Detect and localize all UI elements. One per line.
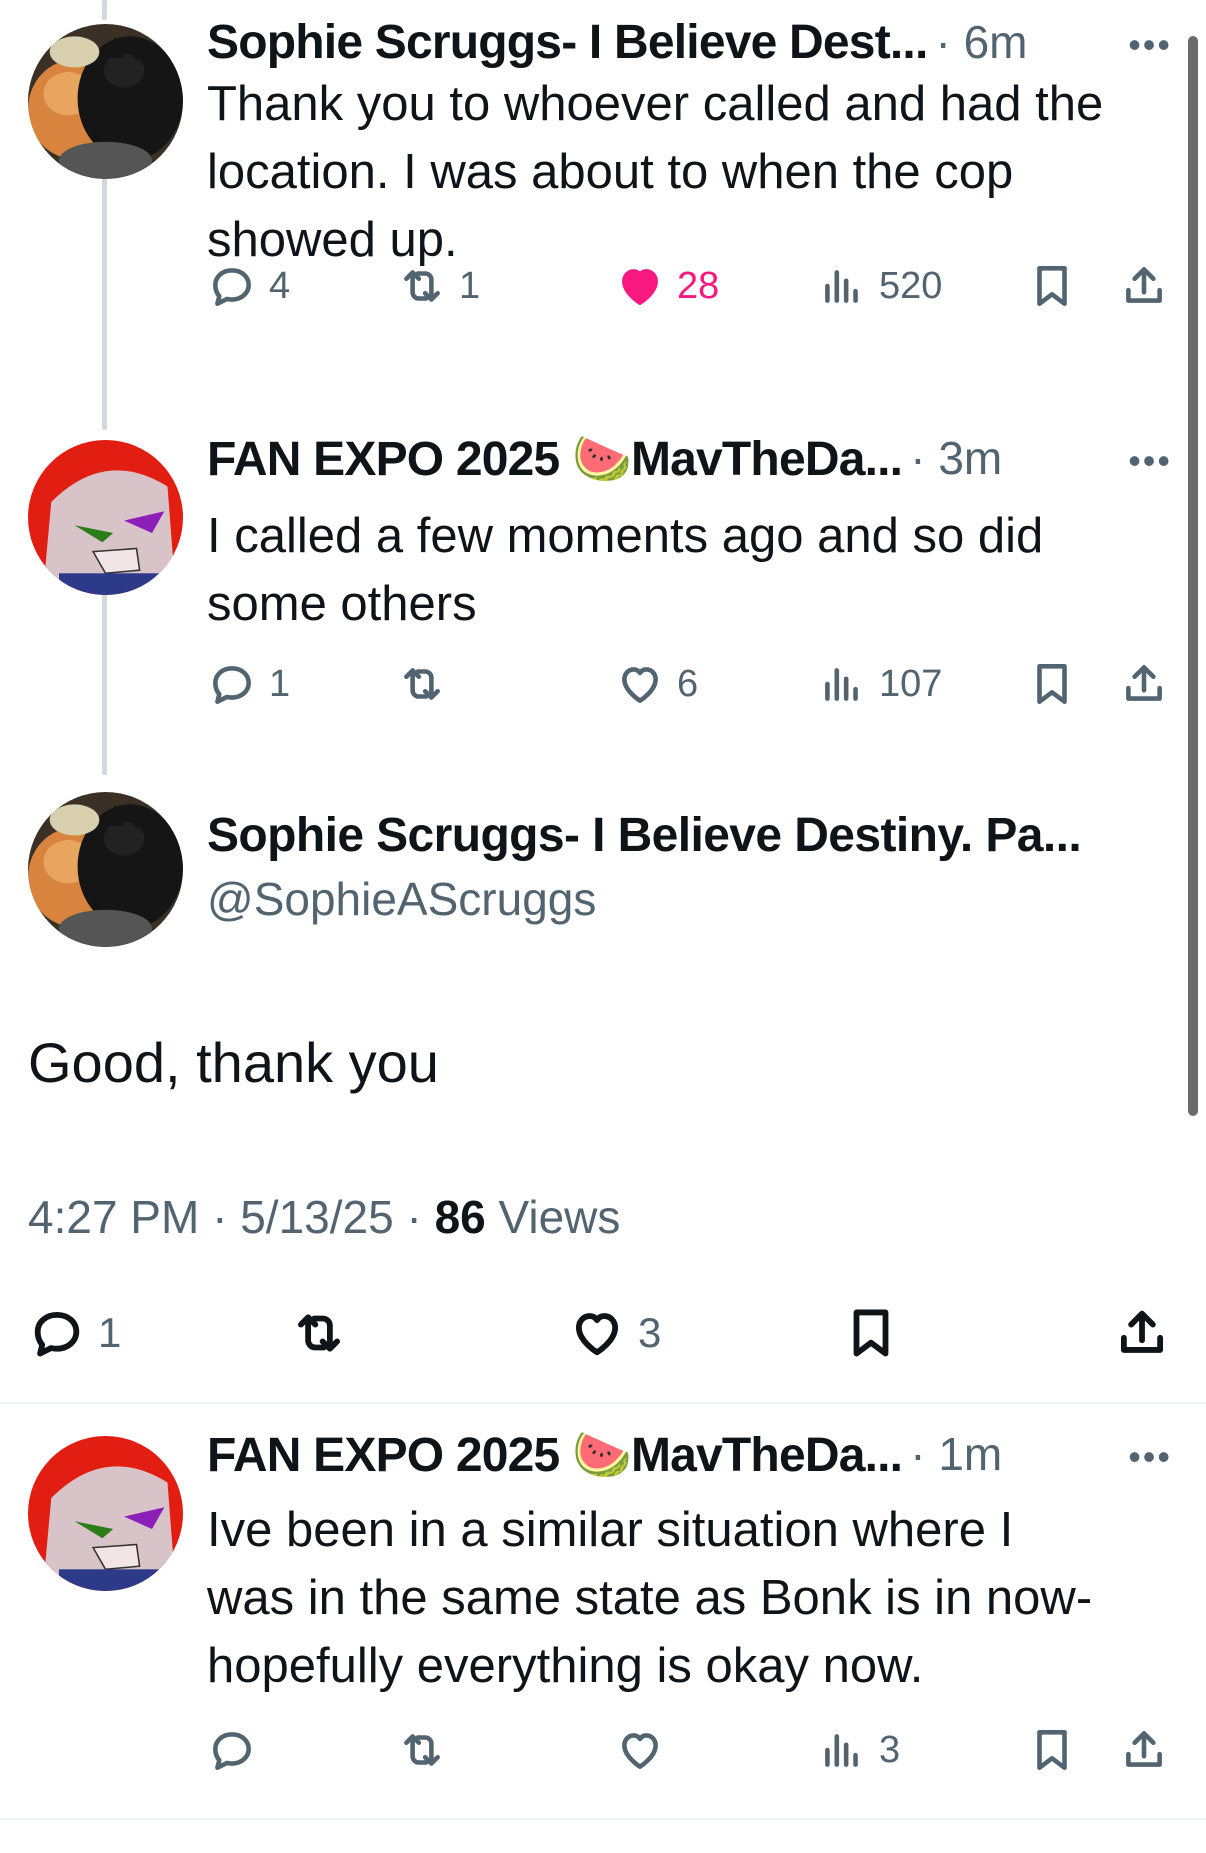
like-button[interactable]: 28 [615,256,719,316]
reply-icon [207,659,257,709]
bookmark-button[interactable] [842,1298,900,1368]
post-time[interactable]: 4:27 PM [28,1191,199,1243]
avatar-cats[interactable] [28,792,183,947]
views-icon [817,261,867,311]
like-button[interactable]: 6 [615,654,698,714]
thread-line [102,160,107,430]
repost-count: 1 [459,264,481,307]
post-header: Sophie Scruggs- I Believe Dest... · 6m [207,12,1027,72]
like-button[interactable]: 3 [568,1298,661,1368]
bookmark-icon [1027,261,1077,311]
reply-icon [207,261,257,311]
views-button[interactable]: 520 [817,256,942,316]
bookmark-icon [1027,659,1077,709]
more-icon[interactable]: ••• [1128,1436,1172,1478]
more-icon[interactable]: ••• [1128,24,1172,66]
post-header: FAN EXPO 2025 🍉MavTheDa... · 1m [207,1424,1002,1484]
views-count: 86 [434,1191,486,1243]
display-name[interactable]: FAN EXPO 2025 🍉MavTheDa... [207,1426,903,1483]
reply-icon [207,1725,257,1775]
views-button[interactable]: 107 [817,654,942,714]
main-display-name[interactable]: Sophie Scruggs- I Believe Destiny. Pa... [207,808,1082,863]
display-name[interactable]: FAN EXPO 2025 🍉MavTheDa... [207,430,903,487]
post-actions: 1 6 107 [207,654,1177,714]
post-time[interactable]: · 6m [935,15,1027,69]
main-post-actions: 1 3 [28,1298,1178,1368]
share-icon [1119,1725,1169,1775]
views-button[interactable]: 3 [817,1720,900,1780]
scrollbar[interactable] [1188,36,1198,1116]
bookmark-icon [842,1304,900,1362]
repost-button[interactable] [397,654,459,714]
reply-button[interactable]: 1 [28,1298,121,1368]
repost-icon [397,261,447,311]
views-count: 3 [879,1728,901,1771]
avatar-character[interactable] [28,440,183,595]
post-actions: 3 [207,1720,1177,1780]
reply-icon [28,1304,86,1362]
like-count: 28 [677,264,720,307]
bookmark-icon [1027,1725,1077,1775]
views-label: Views [498,1191,621,1243]
display-name[interactable]: Sophie Scruggs- I Believe Dest... [207,15,928,70]
post-time[interactable]: · 1m [910,1427,1002,1481]
divider [0,1402,1206,1404]
share-button[interactable] [1113,1298,1171,1368]
bookmark-button[interactable] [1027,1720,1077,1780]
thread-line [102,0,107,20]
post-text: Ive been in a similar situation where I … [207,1503,1093,1693]
post-actions: 4 1 28 520 [207,256,1177,316]
share-icon [1119,659,1169,709]
post-text: I called a few moments ago and so did so… [207,509,1044,631]
repost-icon [397,1725,447,1775]
separator: · [212,1191,228,1243]
post-text: Thank you to whoever called and had the … [207,77,1104,267]
reply-button[interactable] [207,1720,269,1780]
bookmark-button[interactable] [1027,256,1077,316]
repost-icon [397,659,447,709]
main-post-text: Good, thank you [28,1031,439,1094]
reply-count: 4 [269,264,291,307]
like-button[interactable] [615,1720,677,1780]
main-handle[interactable]: @SophieAScruggs [207,872,596,926]
views-icon [817,1725,867,1775]
more-icon[interactable]: ••• [1128,440,1172,482]
post-time[interactable]: · 3m [910,431,1002,485]
heart-icon [615,659,665,709]
heart-icon [568,1304,626,1362]
post-date[interactable]: 5/13/25 [240,1191,393,1243]
share-button[interactable] [1119,256,1169,316]
views-icon [817,659,867,709]
share-button[interactable] [1119,1720,1169,1780]
share-icon [1119,261,1169,311]
reply-count: 1 [269,662,291,705]
bookmark-button[interactable] [1027,654,1077,714]
separator: · [406,1191,422,1243]
divider [0,1818,1206,1820]
avatar-character[interactable] [28,1436,183,1591]
reply-count: 1 [98,1309,122,1356]
repost-button[interactable]: 1 [397,256,480,316]
views-count: 520 [879,264,943,307]
repost-button[interactable] [290,1298,360,1368]
heart-icon [615,1725,665,1775]
thread-line [102,590,107,775]
repost-button[interactable] [397,1720,459,1780]
main-post-meta: 4:27 PM · 5/13/25 · 86 Views [28,1190,620,1244]
views-count: 107 [879,662,943,705]
post-header: FAN EXPO 2025 🍉MavTheDa... · 3m [207,428,1002,488]
heart-filled-icon [615,261,665,311]
like-count: 6 [677,662,699,705]
share-button[interactable] [1119,654,1169,714]
reply-button[interactable]: 1 [207,654,290,714]
repost-icon [290,1304,348,1362]
like-count: 3 [638,1309,662,1356]
avatar-cats[interactable] [28,24,183,179]
share-icon [1113,1304,1171,1362]
reply-button[interactable]: 4 [207,256,290,316]
